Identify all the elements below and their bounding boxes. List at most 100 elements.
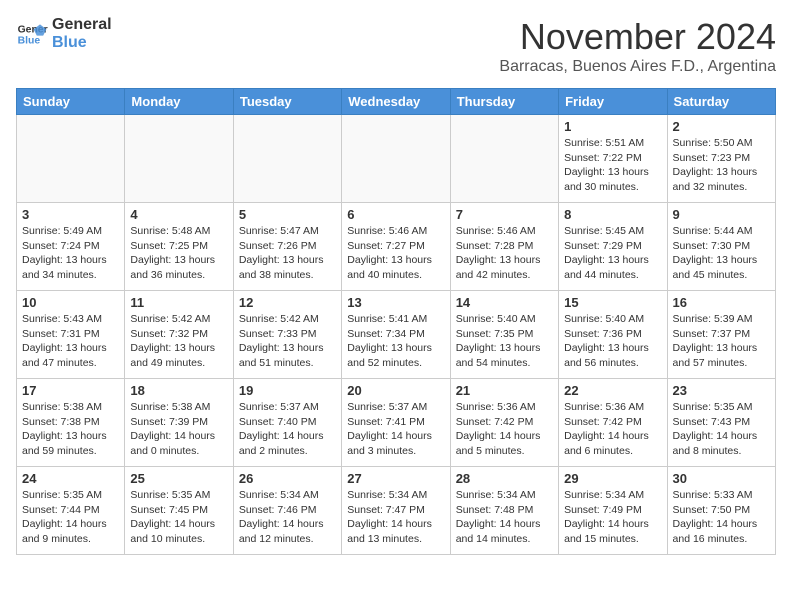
day-info: Sunrise: 5:33 AM Sunset: 7:50 PM Dayligh…: [673, 488, 770, 547]
day-info: Sunrise: 5:35 AM Sunset: 7:45 PM Dayligh…: [130, 488, 227, 547]
calendar-day-cell: 11Sunrise: 5:42 AM Sunset: 7:32 PM Dayli…: [125, 291, 233, 379]
day-number: 6: [347, 207, 444, 222]
calendar-day-cell: [342, 115, 450, 203]
calendar-day-cell: 30 Sunrise: 5:33 AM Sunset: 7:50 PM Dayli…: [667, 467, 775, 555]
day-info: Sunrise: 5:42 AM Sunset: 7:32 PM Dayligh…: [130, 312, 227, 371]
day-info: Sunrise: 5:50 AM Sunset: 7:23 PM Dayligh…: [673, 136, 770, 195]
calendar-day-cell: 1Sunrise: 5:51 AM Sunset: 7:22 PM Daylig…: [559, 115, 667, 203]
day-info: Sunrise: 5:42 AM Sunset: 7:33 PM Dayligh…: [239, 312, 336, 371]
day-number: 27: [347, 471, 444, 486]
weekday-header-tuesday: Tuesday: [233, 89, 341, 115]
calendar-day-cell: 10Sunrise: 5:43 AM Sunset: 7:31 PM Dayli…: [17, 291, 125, 379]
calendar-week-4: 17 Sunrise: 5:38 AM Sunset: 7:38 PM Dayli…: [17, 379, 776, 467]
calendar-day-cell: 12 Sunrise: 5:42 AM Sunset: 7:33 PM Dayli…: [233, 291, 341, 379]
day-number: 21: [456, 383, 553, 398]
day-number: 16: [673, 295, 770, 310]
weekday-header-friday: Friday: [559, 89, 667, 115]
day-info: Sunrise: 5:38 AM Sunset: 7:39 PM Dayligh…: [130, 400, 227, 459]
calendar-day-cell: 26 Sunrise: 5:34 AM Sunset: 7:46 PM Dayli…: [233, 467, 341, 555]
day-info: Sunrise: 5:35 AM Sunset: 7:43 PM Dayligh…: [673, 400, 770, 459]
calendar-day-cell: 4 Sunrise: 5:48 AM Sunset: 7:25 PM Daylig…: [125, 203, 233, 291]
day-info: Sunrise: 5:41 AM Sunset: 7:34 PM Dayligh…: [347, 312, 444, 371]
day-number: 18: [130, 383, 227, 398]
calendar-day-cell: 13 Sunrise: 5:41 AM Sunset: 7:34 PM Dayli…: [342, 291, 450, 379]
svg-text:Blue: Blue: [18, 35, 41, 46]
day-number: 14: [456, 295, 553, 310]
calendar-day-cell: [125, 115, 233, 203]
day-number: 15: [564, 295, 661, 310]
weekday-header-row: SundayMondayTuesdayWednesdayThursdayFrid…: [17, 89, 776, 115]
day-info: Sunrise: 5:48 AM Sunset: 7:25 PM Dayligh…: [130, 224, 227, 283]
calendar-week-5: 24Sunrise: 5:35 AM Sunset: 7:44 PM Dayli…: [17, 467, 776, 555]
page-header: General Blue General Blue November 2024 …: [16, 16, 776, 76]
day-info: Sunrise: 5:37 AM Sunset: 7:40 PM Dayligh…: [239, 400, 336, 459]
day-number: 1: [564, 119, 661, 134]
calendar-day-cell: 27 Sunrise: 5:34 AM Sunset: 7:47 PM Dayli…: [342, 467, 450, 555]
weekday-header-sunday: Sunday: [17, 89, 125, 115]
day-info: Sunrise: 5:45 AM Sunset: 7:29 PM Dayligh…: [564, 224, 661, 283]
day-number: 4: [130, 207, 227, 222]
day-number: 25: [130, 471, 227, 486]
day-number: 22: [564, 383, 661, 398]
calendar-week-2: 3 Sunrise: 5:49 AM Sunset: 7:24 PM Daylig…: [17, 203, 776, 291]
calendar-day-cell: 7Sunrise: 5:46 AM Sunset: 7:28 PM Daylig…: [450, 203, 558, 291]
calendar-day-cell: 9 Sunrise: 5:44 AM Sunset: 7:30 PM Daylig…: [667, 203, 775, 291]
logo-icon: General Blue: [16, 18, 48, 50]
day-info: Sunrise: 5:34 AM Sunset: 7:49 PM Dayligh…: [564, 488, 661, 547]
calendar-day-cell: 19 Sunrise: 5:37 AM Sunset: 7:40 PM Dayli…: [233, 379, 341, 467]
calendar-day-cell: 29Sunrise: 5:34 AM Sunset: 7:49 PM Dayli…: [559, 467, 667, 555]
day-number: 5: [239, 207, 336, 222]
calendar-day-cell: 5Sunrise: 5:47 AM Sunset: 7:26 PM Daylig…: [233, 203, 341, 291]
logo: General Blue General Blue: [16, 16, 112, 51]
day-number: 23: [673, 383, 770, 398]
calendar-week-3: 10Sunrise: 5:43 AM Sunset: 7:31 PM Dayli…: [17, 291, 776, 379]
day-number: 17: [22, 383, 119, 398]
weekday-header-wednesday: Wednesday: [342, 89, 450, 115]
title-area: November 2024 Barracas, Buenos Aires F.D…: [499, 16, 776, 76]
calendar-day-cell: 18 Sunrise: 5:38 AM Sunset: 7:39 PM Dayli…: [125, 379, 233, 467]
day-number: 19: [239, 383, 336, 398]
calendar-day-cell: 21 Sunrise: 5:36 AM Sunset: 7:42 PM Dayli…: [450, 379, 558, 467]
day-number: 9: [673, 207, 770, 222]
day-number: 3: [22, 207, 119, 222]
day-number: 12: [239, 295, 336, 310]
day-number: 2: [673, 119, 770, 134]
calendar-day-cell: 23 Sunrise: 5:35 AM Sunset: 7:43 PM Dayli…: [667, 379, 775, 467]
day-number: 24: [22, 471, 119, 486]
weekday-header-monday: Monday: [125, 89, 233, 115]
day-info: Sunrise: 5:34 AM Sunset: 7:47 PM Dayligh…: [347, 488, 444, 547]
day-info: Sunrise: 5:36 AM Sunset: 7:42 PM Dayligh…: [456, 400, 553, 459]
location-subtitle: Barracas, Buenos Aires F.D., Argentina: [499, 58, 776, 76]
calendar-table: SundayMondayTuesdayWednesdayThursdayFrid…: [16, 88, 776, 555]
calendar-day-cell: 28Sunrise: 5:34 AM Sunset: 7:48 PM Dayli…: [450, 467, 558, 555]
calendar-day-cell: 3 Sunrise: 5:49 AM Sunset: 7:24 PM Daylig…: [17, 203, 125, 291]
day-info: Sunrise: 5:46 AM Sunset: 7:28 PM Dayligh…: [456, 224, 553, 283]
calendar-day-cell: 14 Sunrise: 5:40 AM Sunset: 7:35 PM Dayli…: [450, 291, 558, 379]
weekday-header-saturday: Saturday: [667, 89, 775, 115]
weekday-header-thursday: Thursday: [450, 89, 558, 115]
calendar-day-cell: 2 Sunrise: 5:50 AM Sunset: 7:23 PM Daylig…: [667, 115, 775, 203]
day-number: 28: [456, 471, 553, 486]
month-title: November 2024: [499, 16, 776, 58]
day-number: 10: [22, 295, 119, 310]
calendar-day-cell: 8 Sunrise: 5:45 AM Sunset: 7:29 PM Daylig…: [559, 203, 667, 291]
day-info: Sunrise: 5:36 AM Sunset: 7:42 PM Dayligh…: [564, 400, 661, 459]
day-info: Sunrise: 5:40 AM Sunset: 7:35 PM Dayligh…: [456, 312, 553, 371]
calendar-day-cell: 6 Sunrise: 5:46 AM Sunset: 7:27 PM Daylig…: [342, 203, 450, 291]
day-info: Sunrise: 5:46 AM Sunset: 7:27 PM Dayligh…: [347, 224, 444, 283]
day-info: Sunrise: 5:37 AM Sunset: 7:41 PM Dayligh…: [347, 400, 444, 459]
day-info: Sunrise: 5:38 AM Sunset: 7:38 PM Dayligh…: [22, 400, 119, 459]
day-info: Sunrise: 5:44 AM Sunset: 7:30 PM Dayligh…: [673, 224, 770, 283]
day-number: 26: [239, 471, 336, 486]
day-info: Sunrise: 5:34 AM Sunset: 7:46 PM Dayligh…: [239, 488, 336, 547]
calendar-day-cell: [233, 115, 341, 203]
logo-text-general: General: [52, 16, 112, 34]
calendar-day-cell: 25 Sunrise: 5:35 AM Sunset: 7:45 PM Dayli…: [125, 467, 233, 555]
day-number: 13: [347, 295, 444, 310]
calendar-day-cell: 16Sunrise: 5:39 AM Sunset: 7:37 PM Dayli…: [667, 291, 775, 379]
day-info: Sunrise: 5:49 AM Sunset: 7:24 PM Dayligh…: [22, 224, 119, 283]
calendar-day-cell: 24Sunrise: 5:35 AM Sunset: 7:44 PM Dayli…: [17, 467, 125, 555]
day-number: 8: [564, 207, 661, 222]
day-number: 30: [673, 471, 770, 486]
calendar-day-cell: [450, 115, 558, 203]
